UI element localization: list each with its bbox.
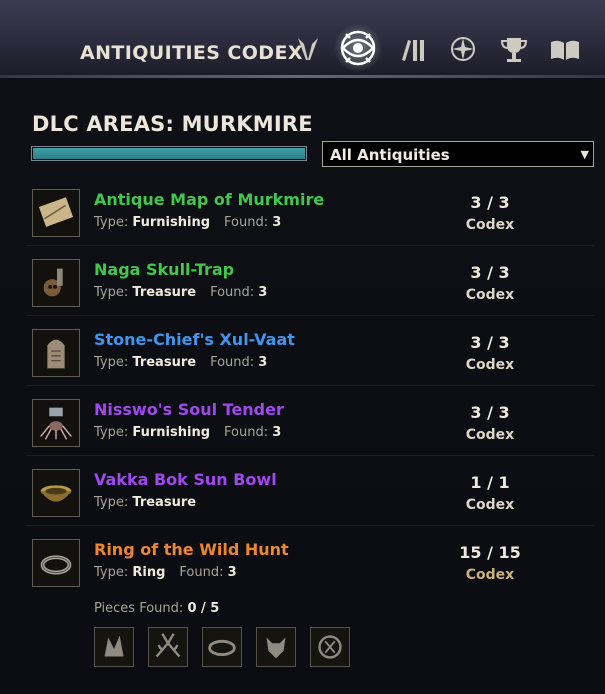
found-value: 3 (227, 565, 237, 580)
antiquity-row[interactable]: Naga Skull-Trap Type: Treasure Found: 3 3… (26, 249, 594, 316)
found-label: Found: (210, 285, 255, 300)
ring-icon (32, 539, 80, 587)
area-title: DLC AREAS: MURKMIRE (32, 112, 313, 136)
codex-link[interactable]: Codex (426, 427, 554, 443)
area-progress-bar (31, 146, 307, 161)
antiquity-row-expanded[interactable]: Ring of the Wild Hunt Type: Ring Found: 3… (26, 529, 594, 595)
compass-star-icon[interactable] (446, 32, 480, 66)
antiquity-filter-dropdown[interactable]: All Antiquities ▼ (322, 141, 594, 167)
progress-count: 3 / 3 (470, 263, 510, 282)
codex-link[interactable]: Codex (426, 357, 554, 373)
dropdown-arrow-icon: ▼ (580, 148, 589, 161)
progress-count: 3 / 3 (470, 333, 510, 352)
type-value: Ring (132, 565, 166, 580)
found-value: 3 (272, 425, 282, 440)
antiquity-name: Vakka Bok Sun Bowl (94, 470, 277, 489)
found-label: Found: (224, 215, 269, 230)
codex-panel: DLC AREAS: MURKMIRE All Antiquities ▼ An… (0, 78, 605, 694)
skull-trap-icon (32, 259, 80, 307)
progress-count: 3 / 3 (470, 403, 510, 422)
codex-eye-icon[interactable] (334, 24, 382, 72)
area-progress-fill (33, 148, 305, 159)
antiquity-row[interactable]: Vakka Bok Sun Bowl Type: Treasure 1 / 1 … (26, 459, 594, 526)
soul-tender-icon (32, 399, 80, 447)
books-icon[interactable] (396, 32, 430, 66)
pieces-found-value: 0 / 5 (187, 601, 220, 616)
antiquity-meta: Type: Furnishing Found: 3 (94, 215, 281, 230)
codex-link[interactable]: Codex (426, 497, 554, 513)
top-bar: ANTIQUITIES CODEX (0, 0, 605, 78)
type-label: Type: (94, 495, 129, 510)
progress-count: 3 / 3 (470, 193, 510, 212)
trophy-icon[interactable] (497, 32, 531, 66)
antiquity-scepter-icon[interactable] (291, 32, 325, 66)
band-fragment-icon[interactable] (202, 627, 242, 667)
found-label: Found: (179, 565, 224, 580)
found-value: 3 (258, 355, 268, 370)
type-label: Type: (94, 285, 129, 300)
found-value: 3 (272, 215, 282, 230)
pieces-found-summary: Pieces Found: 0 / 5 (94, 601, 219, 616)
antiquity-meta: Type: Treasure Found: 3 (94, 285, 267, 300)
type-value: Furnishing (132, 425, 211, 440)
antiquity-meta: Type: Treasure Found: 3 (94, 355, 267, 370)
type-label: Type: (94, 355, 129, 370)
type-label: Type: (94, 565, 129, 580)
rune-fragment-icon[interactable] (310, 627, 350, 667)
antiquity-row[interactable]: Antique Map of Murkmire Type: Furnishing… (26, 179, 594, 246)
found-label: Found: (224, 425, 269, 440)
sun-bowl-icon (32, 469, 80, 517)
antiquity-name: Ring of the Wild Hunt (94, 540, 289, 559)
found-label: Found: (210, 355, 255, 370)
antiquity-name: Naga Skull-Trap (94, 260, 235, 279)
type-value: Treasure (132, 285, 197, 300)
antiquity-meta: Type: Treasure (94, 495, 196, 510)
pieces-found-label: Pieces Found: (94, 601, 184, 616)
antiquity-name: Nisswo's Soul Tender (94, 400, 284, 419)
codex-link[interactable]: Codex (426, 217, 554, 233)
type-value: Treasure (132, 495, 197, 510)
type-value: Furnishing (132, 215, 211, 230)
type-label: Type: (94, 215, 129, 230)
antiquity-name: Antique Map of Murkmire (94, 190, 325, 209)
antiquity-name: Stone-Chief's Xul-Vaat (94, 330, 295, 349)
window-title: ANTIQUITIES CODEX (80, 42, 303, 64)
wolf-claw-fragment-icon[interactable] (94, 627, 134, 667)
antiquity-row[interactable]: Stone-Chief's Xul-Vaat Type: Treasure Fou… (26, 319, 594, 386)
found-value: 3 (258, 285, 268, 300)
wolf-head-fragment-icon[interactable] (256, 627, 296, 667)
antiquity-meta: Type: Furnishing Found: 3 (94, 425, 281, 440)
progress-count: 15 / 15 (459, 543, 521, 562)
antler-fragment-icon[interactable] (148, 627, 188, 667)
antiquity-meta: Type: Ring Found: 3 (94, 565, 237, 580)
open-book-icon[interactable] (548, 32, 582, 66)
codex-link[interactable]: Codex (426, 567, 554, 583)
progress-count: 1 / 1 (470, 473, 510, 492)
type-label: Type: (94, 425, 129, 440)
codex-link[interactable]: Codex (426, 287, 554, 303)
stone-tablet-icon (32, 329, 80, 377)
antiquity-row[interactable]: Nisswo's Soul Tender Type: Furnishing Fou… (26, 389, 594, 456)
filter-selected-value: All Antiquities (330, 146, 450, 164)
type-value: Treasure (132, 355, 197, 370)
map-scroll-icon (32, 189, 80, 237)
